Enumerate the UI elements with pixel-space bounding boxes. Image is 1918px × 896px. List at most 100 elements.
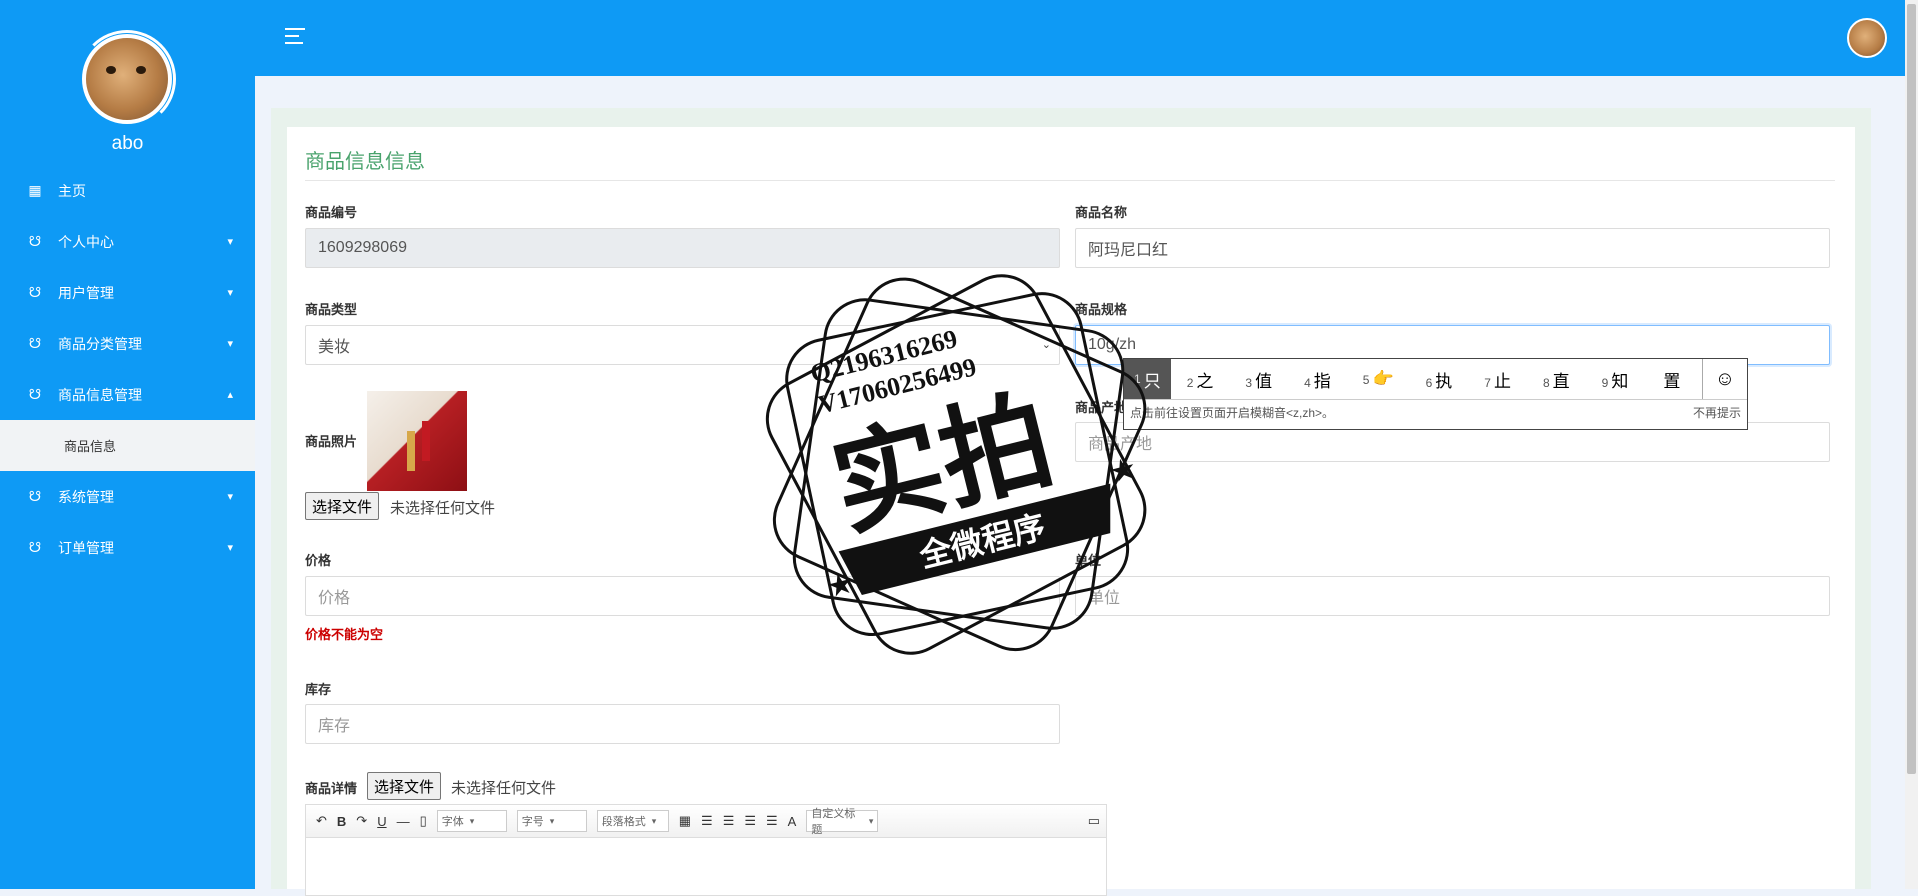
align-left-icon[interactable]: ☰: [701, 813, 713, 829]
ime-candidate[interactable]: 5 👉: [1363, 369, 1394, 389]
sidebar-item-order-management[interactable]: ☋ 订单管理 ▾: [0, 522, 255, 573]
sidebar-subitem-product-info[interactable]: 商品信息: [0, 420, 255, 471]
top-bar: [255, 0, 1905, 76]
ime-candidate-row: 1只 2之 3值 4指 5 👉 6执 7止 8直 9知 置 ☺: [1124, 359, 1747, 400]
detail-file-status: 未选择任何文件: [451, 780, 557, 797]
stock-field[interactable]: 库存: [305, 704, 1060, 744]
spec-label: 商品规格: [1075, 302, 1128, 317]
scrollbar-thumb[interactable]: [1907, 4, 1916, 774]
ime-candidate[interactable]: 9知: [1602, 367, 1629, 392]
paragraph-format-value: 段落格式: [601, 816, 646, 828]
underline-button[interactable]: U: [377, 814, 386, 829]
page-title: 商品信息信息: [305, 151, 425, 173]
divider: [305, 180, 1835, 181]
username: abo: [111, 133, 144, 154]
price-error: 价格不能为空: [305, 627, 384, 642]
ime-candidate[interactable]: 7止: [1484, 367, 1511, 392]
chevron-down-icon: ▾: [227, 236, 233, 248]
sidebar-item-label: 商品分类管理: [58, 335, 142, 352]
sidebar-item-personal-center[interactable]: ☋ 个人中心 ▾: [0, 216, 255, 267]
form-card: 商品信息信息 商品编号 1609298069 商品名称 阿玛尼口红 商品类型 美…: [287, 127, 1855, 896]
sidebar-item-label: 主页: [58, 182, 86, 199]
bold-button[interactable]: B: [337, 814, 346, 829]
justify-icon[interactable]: ☰: [766, 813, 778, 829]
chevron-down-icon: ▾: [227, 338, 233, 350]
detail-choose-file-button[interactable]: 选择文件: [367, 772, 442, 800]
sidebar-item-system-management[interactable]: ☋ 系统管理 ▾: [0, 471, 255, 522]
type-label: 商品类型: [305, 302, 358, 317]
product-name-field[interactable]: 阿玛尼口红: [1075, 228, 1830, 268]
ime-candidate[interactable]: 3值: [1245, 367, 1272, 392]
stethoscope-icon: ☋: [28, 539, 42, 555]
chevron-down-icon: ▾: [227, 542, 233, 554]
sidebar: abo ▦ 主页 ☋ 个人中心 ▾ ☋ 用户管理 ▾ ☋ 商品分类管理 ▾ ☋ …: [0, 0, 255, 889]
hamburger-icon[interactable]: [285, 28, 305, 49]
ime-hint-text[interactable]: 点击前往设置页面开启模糊音<z,zh>。: [1130, 404, 1334, 421]
sidebar-item-label: 用户管理: [58, 284, 114, 301]
sidebar-item-label: 订单管理: [58, 539, 114, 556]
chevron-up-icon: ▴: [227, 389, 233, 401]
product-photo: [367, 391, 467, 491]
sidebar-item-user-management[interactable]: ☋ 用户管理 ▾: [0, 267, 255, 318]
font-size-select-value: 字号: [521, 816, 544, 828]
unit-label: 单位: [1075, 553, 1102, 568]
table-icon[interactable]: ▦: [679, 813, 691, 829]
ime-candidate[interactable]: 2之: [1187, 367, 1214, 392]
chevron-down-icon: ▾: [227, 287, 233, 299]
align-right-icon[interactable]: ☰: [723, 813, 735, 829]
custom-heading-select[interactable]: 自定义标题: [806, 808, 879, 836]
unit-field[interactable]: 单位: [1075, 576, 1830, 616]
product-no-field: 1609298069: [305, 228, 1060, 268]
undo-icon[interactable]: ↶: [316, 813, 327, 829]
sidebar-item-label: 商品信息管理: [58, 386, 142, 403]
font-select-value: 字体: [441, 816, 464, 828]
ime-candidate-popup: 1只 2之 3值 4指 5 👉 6执 7止 8直 9知 置 ☺ 点击前往设置页面开…: [1123, 358, 1748, 430]
ime-candidate[interactable]: 置: [1660, 367, 1680, 392]
stethoscope-icon: ☋: [28, 335, 42, 351]
user-avatar[interactable]: [1847, 18, 1887, 58]
fullscreen-icon[interactable]: ▭: [1088, 813, 1100, 829]
avatar[interactable]: [82, 34, 172, 124]
sidebar-item-label: 个人中心: [58, 233, 114, 250]
ime-candidate[interactable]: 4指: [1304, 367, 1331, 392]
redo-icon[interactable]: ↷: [356, 813, 367, 829]
origin-label: 商品产地: [1075, 400, 1128, 415]
editor-toolbar: ↶ B ↷ U — ▯ 字体 字号 段落格式 ▦ ☰ ☰ ☰ ☰ A 自定义标题…: [306, 805, 1106, 838]
sidebar-item-product-management[interactable]: ☋ 商品信息管理 ▴: [0, 369, 255, 420]
type-select-value: 美妆: [318, 339, 351, 356]
detail-label: 商品详情: [305, 781, 358, 796]
font-select[interactable]: 字体: [436, 810, 507, 832]
document-icon[interactable]: ▯: [420, 813, 427, 829]
product-name-label: 商品名称: [1075, 205, 1128, 220]
align-center-icon[interactable]: ☰: [744, 813, 756, 829]
ime-candidate[interactable]: 1只: [1124, 359, 1171, 399]
sidebar-item-home[interactable]: ▦ 主页: [0, 165, 255, 216]
sidebar-menu: ▦ 主页 ☋ 个人中心 ▾ ☋ 用户管理 ▾ ☋ 商品分类管理 ▾ ☋ 商品信息…: [0, 165, 255, 573]
font-size-select[interactable]: 字号: [516, 810, 587, 832]
emoji-icon[interactable]: ☺: [1702, 359, 1747, 399]
ime-dismiss-link[interactable]: 不再提示: [1693, 404, 1741, 421]
horizontal-rule-icon[interactable]: —: [397, 814, 410, 829]
custom-heading-value: 自定义标题: [811, 808, 856, 836]
stethoscope-icon: ☋: [28, 233, 42, 249]
ime-candidate[interactable]: 6执: [1426, 367, 1453, 392]
ime-candidate[interactable]: 8直: [1543, 367, 1570, 392]
price-field[interactable]: 价格: [305, 576, 1060, 616]
scrollbar[interactable]: [1905, 0, 1918, 889]
sidebar-item-category-management[interactable]: ☋ 商品分类管理 ▾: [0, 318, 255, 369]
chevron-down-icon: ▾: [227, 491, 233, 503]
sidebar-item-label: 系统管理: [58, 488, 114, 505]
paragraph-format-select[interactable]: 段落格式: [596, 810, 669, 832]
price-label: 价格: [305, 553, 332, 568]
stethoscope-icon: ☋: [28, 284, 42, 300]
chevron-down-icon: ⌄: [1041, 339, 1051, 351]
ime-hint-row: 点击前往设置页面开启模糊音<z,zh>。 不再提示: [1124, 400, 1747, 425]
stethoscope-icon: ☋: [28, 488, 42, 504]
rich-text-editor[interactable]: ↶ B ↷ U — ▯ 字体 字号 段落格式 ▦ ☰ ☰ ☰ ☰ A 自定义标题…: [305, 804, 1107, 896]
type-select[interactable]: 美妆 ⌄: [305, 325, 1060, 365]
photo-file-status: 未选择任何文件: [390, 500, 496, 517]
font-color-button[interactable]: A: [788, 814, 797, 829]
photo-choose-file-button[interactable]: 选择文件: [305, 492, 380, 520]
product-no-label: 商品编号: [305, 205, 358, 220]
stethoscope-icon: ☋: [28, 386, 42, 402]
